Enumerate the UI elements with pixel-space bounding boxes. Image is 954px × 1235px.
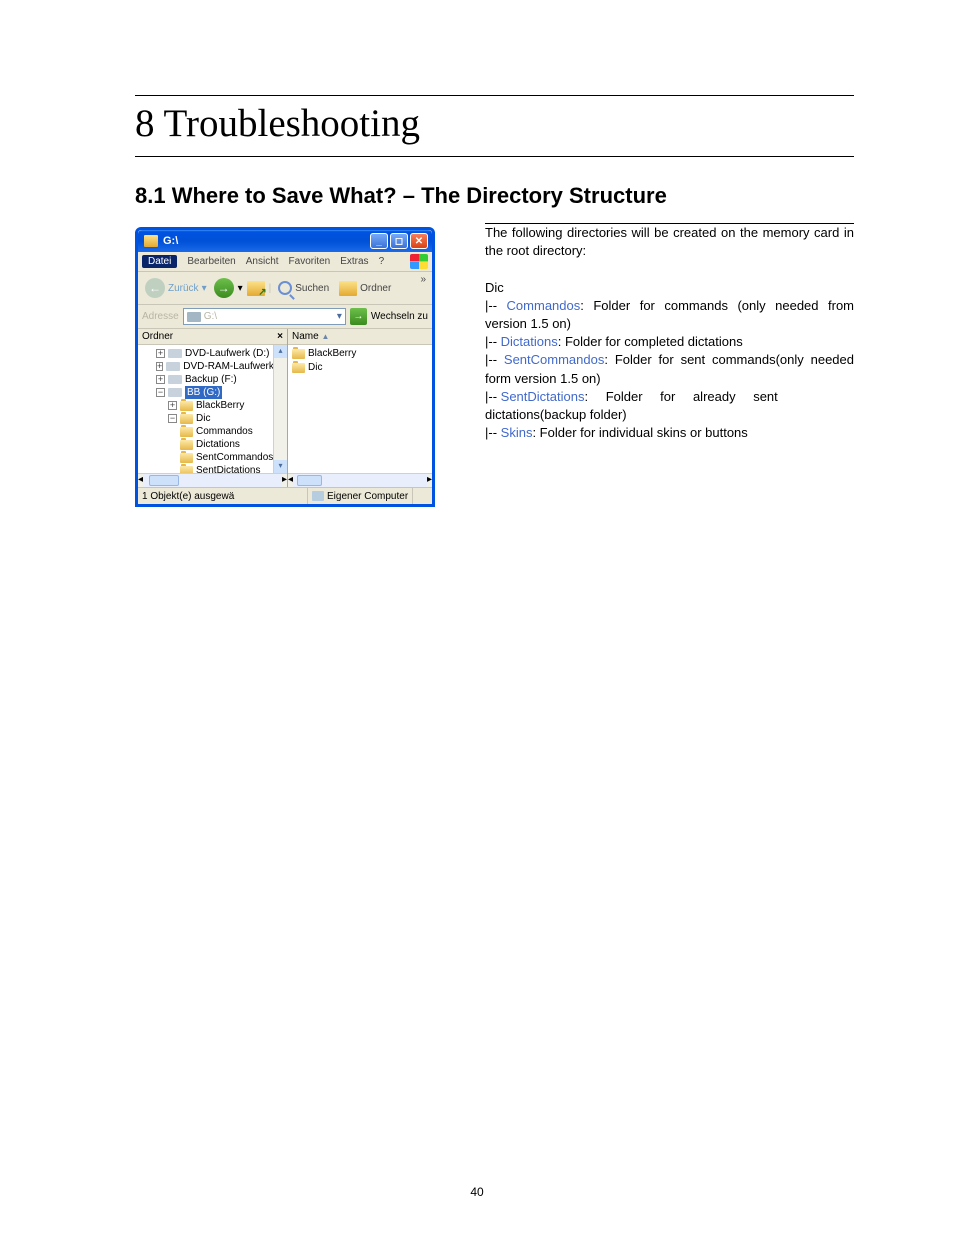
- tree-node-sentcommandos[interactable]: SentCommandos: [140, 451, 287, 464]
- list-hscroll[interactable]: ◂ ▸: [288, 473, 432, 487]
- search-icon: [278, 281, 292, 295]
- menubar: Datei Bearbeiten Ansicht Favoriten Extra…: [138, 252, 432, 272]
- address-input[interactable]: G:\ ▾: [183, 308, 346, 325]
- dir-dictations: |-- Dictations: Folder for completed dic…: [485, 333, 854, 351]
- status-left: 1 Objekt(e) ausgewä: [138, 488, 308, 504]
- titlebar: G:\ _ ◻ ✕: [138, 230, 432, 252]
- page-number: 40: [0, 1185, 954, 1199]
- statusbar: 1 Objekt(e) ausgewä Eigener Computer: [138, 487, 432, 504]
- minimize-button[interactable]: _: [370, 233, 388, 249]
- section-title: 8.1 Where to Save What? – The Directory …: [135, 183, 854, 209]
- scroll-up-icon[interactable]: ▴: [274, 345, 287, 358]
- menu-extras[interactable]: Extras: [340, 256, 368, 267]
- toolbar: ← Zurück ▾ → ▾ | Suchen Ordner »: [138, 272, 432, 305]
- folders-button[interactable]: Ordner: [336, 279, 394, 298]
- up-folder-button[interactable]: [247, 281, 265, 296]
- scroll-right-icon[interactable]: ▸: [282, 474, 287, 487]
- forward-button[interactable]: →: [214, 278, 234, 298]
- chapter-rule: [135, 156, 854, 157]
- dir-sentdictations-l2: dictations(backup folder): [485, 406, 854, 424]
- tree-node-dvd[interactable]: +DVD-Laufwerk (D:): [140, 347, 287, 360]
- list-item[interactable]: BlackBerry: [292, 347, 428, 361]
- scroll-right-icon[interactable]: ▸: [427, 474, 432, 487]
- windows-flag-icon: [410, 254, 428, 269]
- tree-node-backup[interactable]: +Backup (F:): [140, 373, 287, 386]
- maximize-button[interactable]: ◻: [390, 233, 408, 249]
- chapter-title: 8 Troubleshooting: [135, 96, 854, 156]
- dir-root: Dic: [485, 279, 854, 297]
- dir-sentcommandos: |-- SentCommandos: Folder for sent comma…: [485, 351, 854, 387]
- menu-datei[interactable]: Datei: [142, 255, 177, 268]
- addressbar: Adresse G:\ ▾ → Wechseln zu: [138, 305, 432, 329]
- list-item[interactable]: Dic: [292, 361, 428, 375]
- tree-node-dictations[interactable]: Dictations: [140, 438, 287, 451]
- status-right: Eigener Computer: [308, 488, 413, 504]
- tree-node-dvdram[interactable]: +DVD-RAM-Laufwerk (E:): [140, 360, 287, 373]
- tree-node-blackberry[interactable]: +BlackBerry: [140, 399, 287, 412]
- toolbar-overflow[interactable]: »: [420, 274, 426, 285]
- tree-hscroll[interactable]: ◂ ▸: [138, 473, 287, 487]
- tree-node-commandos[interactable]: Commandos: [140, 425, 287, 438]
- tree-close-button[interactable]: ×: [277, 331, 283, 342]
- back-button[interactable]: ← Zurück ▾: [142, 276, 210, 300]
- list-pane: Name ▲ BlackBerry Dic ◂ ▸: [288, 329, 432, 487]
- folders-icon: [339, 281, 357, 296]
- go-button[interactable]: →: [350, 308, 367, 325]
- window-title: G:\: [163, 235, 370, 247]
- tree-node-sentdictations[interactable]: SentDictations: [140, 464, 287, 473]
- drive-icon: [187, 312, 201, 322]
- menu-bearbeiten[interactable]: Bearbeiten: [187, 256, 235, 267]
- dir-skins: |-- Skins: Folder for individual skins o…: [485, 424, 854, 442]
- explorer-figure: G:\ _ ◻ ✕ Datei Bearbeiten Ansicht Favor…: [135, 227, 441, 507]
- description-column: The following directories will be create…: [485, 223, 854, 442]
- go-label: Wechseln zu: [371, 311, 428, 322]
- menu-favoriten[interactable]: Favoriten: [289, 256, 331, 267]
- intro-text: The following directories will be create…: [485, 224, 854, 260]
- tree-scrollbar[interactable]: ▴ ▾: [273, 345, 287, 473]
- menu-help[interactable]: ?: [379, 256, 385, 267]
- list-header[interactable]: Name ▲: [288, 329, 432, 345]
- explorer-window: G:\ _ ◻ ✕ Datei Bearbeiten Ansicht Favor…: [135, 227, 435, 507]
- tree-pane: Ordner × +DVD-Laufwerk (D:) +DVD-RAM-Lau…: [138, 329, 288, 487]
- close-button[interactable]: ✕: [410, 233, 428, 249]
- tree-node-dic[interactable]: −Dic: [140, 412, 287, 425]
- search-button[interactable]: Suchen: [275, 279, 332, 297]
- dir-sentdictations-l1: |-- SentDictations: Folder for already s…: [485, 388, 854, 406]
- back-arrow-icon: ←: [145, 278, 165, 298]
- menu-ansicht[interactable]: Ansicht: [246, 256, 279, 267]
- scroll-down-icon[interactable]: ▾: [274, 460, 287, 473]
- tree-header: Ordner ×: [138, 329, 287, 345]
- tree-node-bb[interactable]: −BB (G:): [140, 386, 287, 399]
- address-label: Adresse: [142, 311, 179, 322]
- folder-icon: [144, 235, 158, 247]
- computer-icon: [312, 491, 324, 501]
- dir-commandos: |-- Commandos: Folder for commands (only…: [485, 297, 854, 333]
